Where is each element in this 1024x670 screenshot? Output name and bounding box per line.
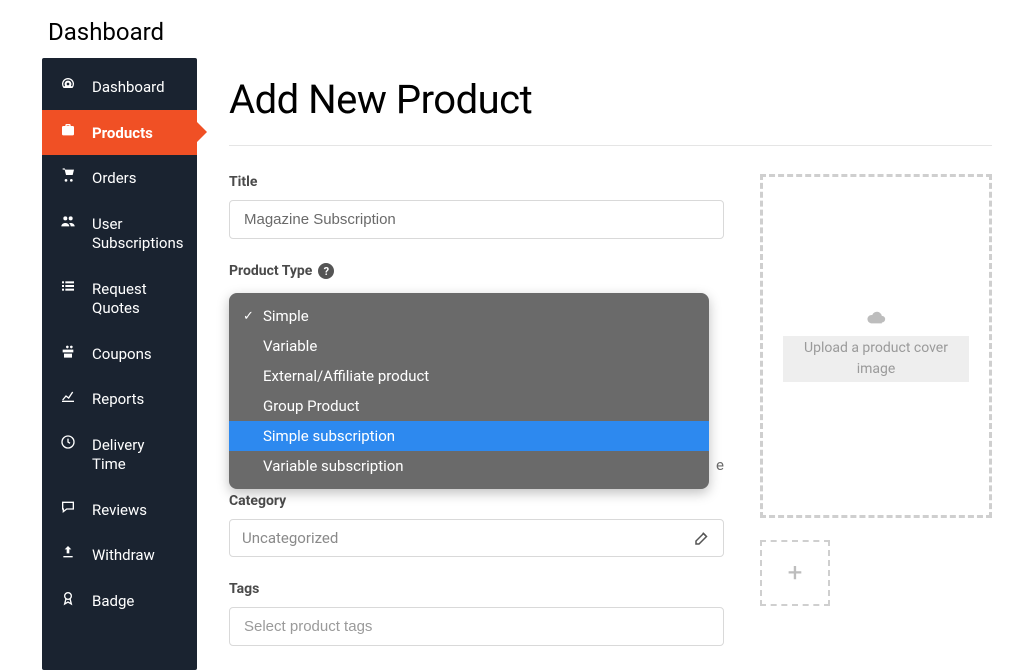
sidebar-item-badge[interactable]: Badge: [42, 578, 197, 624]
cover-image-upload[interactable]: Upload a product cover image: [760, 174, 992, 518]
sidebar-item-label: Coupons: [92, 345, 181, 365]
sidebar-item-label: Reports: [92, 390, 181, 410]
content: Add New Product Title Product Type ? Sim…: [197, 58, 1024, 670]
sidebar: Dashboard Products Orders User Subscript…: [42, 58, 197, 670]
sidebar-item-label: Orders: [92, 169, 181, 189]
sidebar-item-dashboard[interactable]: Dashboard: [42, 64, 197, 110]
category-field-group: Category Uncategorized: [229, 493, 724, 557]
product-type-label: Product Type ?: [229, 263, 724, 279]
cart-icon: [58, 167, 78, 183]
list-icon: [58, 278, 78, 294]
title-input[interactable]: [229, 200, 724, 239]
tags-field-group: Tags: [229, 581, 724, 646]
tags-input[interactable]: [229, 607, 724, 646]
title-label: Title: [229, 174, 724, 190]
comment-icon: [58, 499, 78, 515]
sidebar-item-coupons[interactable]: Coupons: [42, 331, 197, 377]
sidebar-item-orders[interactable]: Orders: [42, 155, 197, 201]
category-value: Uncategorized: [242, 529, 693, 547]
dashboard-icon: [58, 76, 78, 92]
page-title: Dashboard: [0, 0, 1024, 58]
sidebar-item-user-subscriptions[interactable]: User Subscriptions: [42, 201, 197, 266]
award-icon: [58, 590, 78, 606]
dropdown-option-group[interactable]: Group Product: [229, 391, 709, 421]
sidebar-item-label: Reviews: [92, 501, 181, 521]
dropdown-option-simple-subscription[interactable]: Simple subscription: [229, 421, 709, 451]
help-icon[interactable]: ?: [318, 263, 334, 279]
upload-icon: [58, 544, 78, 560]
sidebar-item-label: Dashboard: [92, 78, 181, 98]
product-type-field-group: Product Type ? Simple Variable External/…: [229, 263, 724, 469]
dropdown-option-variable[interactable]: Variable: [229, 331, 709, 361]
users-icon: [58, 213, 78, 229]
sidebar-item-reviews[interactable]: Reviews: [42, 487, 197, 533]
add-image-button[interactable]: +: [760, 540, 830, 606]
briefcase-icon: [58, 122, 78, 138]
content-heading: Add New Product: [229, 76, 992, 146]
dropdown-option-simple[interactable]: Simple: [229, 301, 709, 331]
clock-icon: [58, 434, 78, 450]
sidebar-item-label: Withdraw: [92, 546, 181, 566]
sidebar-item-withdraw[interactable]: Withdraw: [42, 532, 197, 578]
sidebar-item-reports[interactable]: Reports: [42, 376, 197, 422]
chart-icon: [58, 388, 78, 404]
sidebar-item-label: User Subscriptions: [92, 215, 183, 254]
edit-icon[interactable]: [693, 529, 711, 547]
sidebar-item-label: Delivery Time: [92, 436, 181, 475]
plus-icon: +: [788, 558, 803, 588]
sidebar-item-label: Products: [92, 124, 181, 144]
sidebar-item-label: Request Quotes: [92, 280, 181, 319]
sidebar-item-products[interactable]: Products: [42, 110, 197, 156]
category-input[interactable]: Uncategorized: [229, 519, 724, 557]
dropdown-option-variable-subscription[interactable]: Variable subscription: [229, 451, 709, 481]
category-label: Category: [229, 493, 724, 509]
sidebar-item-delivery-time[interactable]: Delivery Time: [42, 422, 197, 487]
tags-label: Tags: [229, 581, 724, 597]
title-field-group: Title: [229, 174, 724, 239]
product-type-dropdown: Simple Variable External/Affiliate produ…: [229, 293, 709, 489]
cloud-icon: [864, 310, 888, 330]
dropdown-option-external[interactable]: External/Affiliate product: [229, 361, 709, 391]
upload-text: Upload a product cover image: [783, 336, 969, 382]
sidebar-item-request-quotes[interactable]: Request Quotes: [42, 266, 197, 331]
sidebar-item-label: Badge: [92, 592, 181, 612]
gift-icon: [58, 343, 78, 359]
